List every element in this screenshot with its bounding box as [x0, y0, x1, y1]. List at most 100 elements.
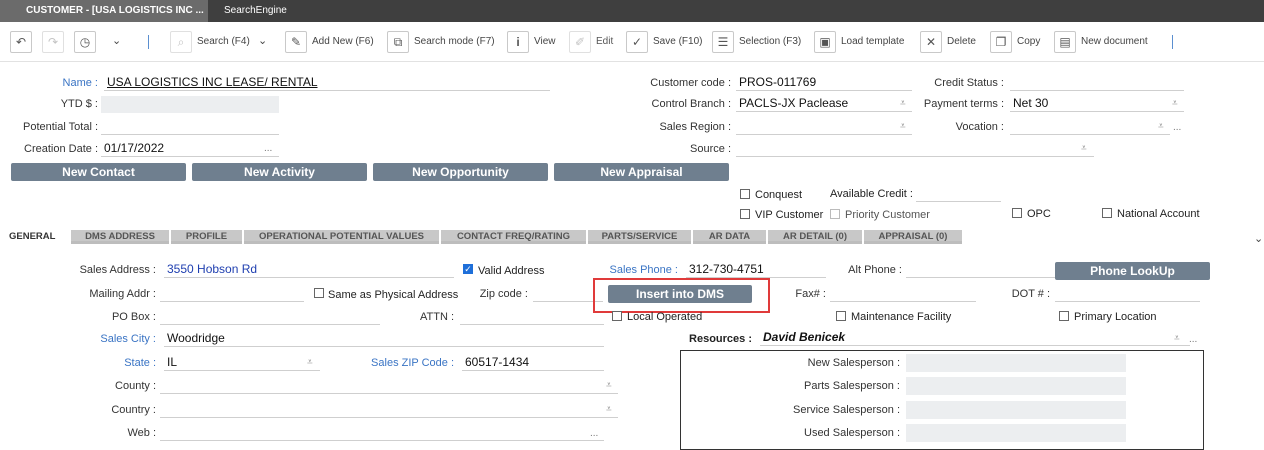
resources-ellipsis[interactable]: ... [1189, 334, 1197, 345]
redo-icon[interactable]: ↷ [42, 31, 64, 53]
delete-button[interactable]: Delete [947, 36, 976, 47]
copy-button[interactable]: Copy [1017, 36, 1040, 47]
state-select[interactable]: IL [164, 355, 320, 371]
info-icon[interactable]: i [507, 31, 529, 53]
history-icon[interactable]: ◷ [74, 31, 96, 53]
search-icon[interactable]: ⌕ [170, 31, 192, 53]
credit-status-field[interactable] [1010, 75, 1184, 91]
new-opportunity-button[interactable]: New Opportunity [373, 163, 548, 181]
chevron-down-icon[interactable]: ⩡ [606, 404, 612, 415]
chevron-down-icon[interactable]: ⩡ [606, 380, 612, 391]
date-picker-ellipsis[interactable]: ... [264, 143, 272, 154]
chevron-down-icon[interactable]: ⩡ [1174, 333, 1180, 344]
available-credit-field [916, 186, 1001, 202]
tab-profile[interactable]: PROFILE [171, 230, 242, 244]
phone-lookup-button[interactable]: Phone LookUp [1055, 262, 1210, 280]
new-contact-button[interactable]: New Contact [11, 163, 186, 181]
chevron-down-icon[interactable]: ⩡ [900, 121, 906, 132]
tab-ar-detail[interactable]: AR DETAIL (0) [768, 230, 862, 244]
country-label: Country : [111, 404, 156, 416]
mailing-addr-field[interactable] [160, 286, 304, 302]
tab-ar-data[interactable]: AR DATA [693, 230, 766, 244]
opc-checkbox[interactable] [1012, 208, 1022, 218]
national-account-checkbox[interactable] [1102, 208, 1112, 218]
sales-region-select[interactable] [736, 119, 912, 135]
edit-icon[interactable]: ✐ [569, 31, 591, 53]
chevron-down-icon[interactable]: ⩡ [307, 357, 313, 368]
same-as-physical-checkbox[interactable] [314, 288, 324, 298]
search-mode-icon[interactable]: ⧉ [387, 31, 409, 53]
valid-address-checkbox[interactable]: ✓ [463, 264, 473, 274]
chevron-down-icon[interactable]: ⩡ [1158, 121, 1164, 132]
search-dropdown-icon[interactable]: ⌄ [258, 34, 267, 47]
customer-code-field[interactable]: PROS-011769 [736, 75, 912, 91]
control-branch-select[interactable]: PACLS-JX Paclease [736, 96, 912, 112]
county-select[interactable] [160, 378, 618, 394]
conquest-checkbox[interactable] [740, 189, 750, 199]
priority-customer-label: Priority Customer [845, 209, 930, 221]
tab-general[interactable]: GENERAL [9, 231, 55, 242]
priority-customer-checkbox[interactable] [830, 209, 840, 219]
new-document-icon[interactable]: ▤ [1054, 31, 1076, 53]
tab-dms-address[interactable]: DMS ADDRESS [71, 230, 169, 244]
ytd-field [101, 96, 279, 113]
tab-parts-service[interactable]: PARTS/SERVICE [588, 230, 691, 244]
dot-field[interactable] [1055, 286, 1200, 302]
source-select[interactable] [736, 141, 1094, 157]
window-tab-searchengine[interactable]: SearchEngine [210, 0, 320, 22]
sales-phone-field[interactable]: 312-730-4751 [686, 262, 826, 278]
customer-code-label: Customer code : [650, 77, 731, 89]
potential-total-field[interactable] [101, 119, 279, 135]
edit-button[interactable]: Edit [596, 36, 613, 47]
window-tab-customer[interactable]: CUSTOMER - [USA LOGISTICS INC ... [0, 0, 208, 22]
tab-appraisal[interactable]: APPRAISAL (0) [864, 230, 962, 244]
new-activity-button[interactable]: New Activity [192, 163, 367, 181]
zip-code-label: Zip code : [479, 288, 528, 300]
po-box-field[interactable] [160, 309, 380, 325]
search-button[interactable]: Search (F4) [197, 36, 250, 47]
chevron-down-icon[interactable]: ⌄ [112, 34, 121, 47]
web-field[interactable] [160, 425, 604, 441]
sales-address-field[interactable]: 3550 Hobson Rd [164, 262, 454, 278]
add-new-icon[interactable]: ✎ [285, 31, 307, 53]
save-button[interactable]: Save (F10) [653, 36, 702, 47]
chevron-down-icon[interactable]: ⩡ [900, 98, 906, 109]
local-operated-checkbox[interactable] [612, 311, 622, 321]
collapse-chevron-icon[interactable]: ⌄ [1254, 232, 1263, 245]
maintenance-facility-checkbox[interactable] [836, 311, 846, 321]
selection-icon[interactable]: ☰ [712, 31, 734, 53]
add-new-button[interactable]: Add New (F6) [312, 36, 374, 47]
payment-terms-select[interactable]: Net 30 [1010, 96, 1184, 112]
undo-icon[interactable]: ↶ [10, 31, 32, 53]
alt-phone-field[interactable] [906, 262, 1056, 278]
copy-icon[interactable]: ❐ [990, 31, 1012, 53]
sales-zip-field[interactable]: 60517-1434 [462, 355, 604, 371]
used-salesperson-label: Used Salesperson : [804, 427, 900, 439]
tab-contact-freq-rating[interactable]: CONTACT FREQ/RATING [441, 230, 586, 244]
view-button[interactable]: View [534, 36, 556, 47]
new-appraisal-button[interactable]: New Appraisal [554, 163, 729, 181]
vip-customer-checkbox[interactable] [740, 209, 750, 219]
sales-city-field[interactable]: Woodridge [164, 331, 604, 347]
save-icon[interactable]: ✓ [626, 31, 648, 53]
chevron-down-icon[interactable]: ⩡ [1081, 143, 1087, 154]
vocation-ellipsis[interactable]: ... [1173, 122, 1181, 133]
attn-field[interactable] [460, 309, 604, 325]
selection-button[interactable]: Selection (F3) [739, 36, 801, 47]
vocation-select[interactable] [1010, 119, 1170, 135]
resources-select[interactable]: David Benicek [760, 330, 1190, 346]
country-select[interactable] [160, 402, 618, 418]
search-mode-button[interactable]: Search mode (F7) [414, 36, 495, 47]
web-ellipsis[interactable]: ... [590, 428, 598, 439]
name-label: Name : [62, 77, 98, 89]
creation-date-field[interactable]: 01/17/2022 [101, 141, 279, 157]
tab-operational-potential-values[interactable]: OPERATIONAL POTENTIAL VALUES [244, 230, 439, 244]
load-template-button[interactable]: Load template [841, 36, 904, 47]
new-document-button[interactable]: New document [1081, 36, 1148, 47]
load-template-icon[interactable]: ▣ [814, 31, 836, 53]
primary-location-checkbox[interactable] [1059, 311, 1069, 321]
fax-field[interactable] [830, 286, 976, 302]
chevron-down-icon[interactable]: ⩡ [1172, 98, 1178, 109]
delete-icon[interactable]: ✕ [920, 31, 942, 53]
name-field[interactable]: USA LOGISTICS INC LEASE/ RENTAL [104, 75, 550, 91]
